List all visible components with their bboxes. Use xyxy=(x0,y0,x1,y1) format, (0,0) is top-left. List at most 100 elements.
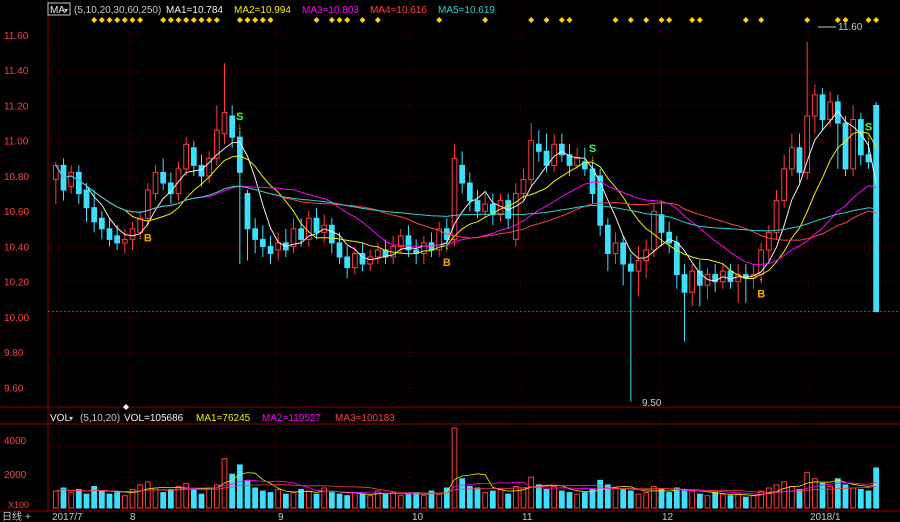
volume-bar xyxy=(528,476,535,509)
candle-body xyxy=(796,147,803,173)
volume-bar xyxy=(482,492,489,509)
volume-bar xyxy=(137,484,144,509)
volume-bar xyxy=(275,489,282,509)
volume-bar xyxy=(765,487,772,509)
chevron-down-icon[interactable]: ▾ xyxy=(69,414,73,423)
volume-bar xyxy=(313,493,320,509)
volume-bar xyxy=(68,492,75,509)
high-annotation: 11.60 xyxy=(838,22,863,33)
legend-ma2: MA2=10.994 xyxy=(234,5,291,16)
vol-unit-label: X100 xyxy=(8,500,29,510)
volume-bar xyxy=(497,489,504,509)
volume-bar xyxy=(290,492,297,509)
candle-body xyxy=(482,203,489,212)
volume-bar xyxy=(773,484,780,509)
candle-body xyxy=(650,210,657,251)
price-axis-tick: 11.00 xyxy=(4,137,29,148)
plus-icon[interactable]: + xyxy=(25,512,31,522)
volume-bar xyxy=(658,489,665,509)
candle-body xyxy=(574,157,581,166)
ma-params: (5,10,20,30,60,250) xyxy=(74,5,161,16)
candle-body xyxy=(213,129,220,159)
candle-body xyxy=(528,140,535,180)
vol-axis-tick-4000: 4000 xyxy=(4,436,27,447)
volume-bar xyxy=(850,487,857,509)
date-label: 11 xyxy=(522,512,533,522)
candle-body xyxy=(367,256,374,265)
legend-vol-ma3: MA3=100183 xyxy=(335,413,395,424)
volume-bar xyxy=(114,492,121,509)
volume-bar xyxy=(505,493,512,509)
candle-body xyxy=(68,171,75,188)
volume-bar xyxy=(673,487,680,509)
candle-body xyxy=(689,270,696,293)
candle-body xyxy=(635,260,642,272)
legend-vol-ma2: MA2=119527 xyxy=(262,413,321,424)
candle-body xyxy=(313,217,320,233)
volume-bar xyxy=(328,492,335,509)
candle-body xyxy=(91,207,98,223)
candle-body xyxy=(604,224,611,254)
date-label: 12 xyxy=(662,512,674,522)
chevron-down-icon[interactable]: ▾ xyxy=(64,6,68,15)
volume-bar xyxy=(183,482,190,509)
volume-bar xyxy=(681,489,688,509)
volume-bar xyxy=(735,493,742,509)
candle-body xyxy=(336,242,343,258)
volume-bar xyxy=(91,485,98,509)
volume-bar xyxy=(60,487,67,509)
sell-arrow-icon: ↓ xyxy=(238,121,243,131)
volume-bar xyxy=(459,478,466,509)
volume-bar xyxy=(704,495,711,509)
candle-body xyxy=(259,238,266,247)
candle-body xyxy=(765,231,772,251)
candle-body xyxy=(827,101,834,121)
buy-signal: B xyxy=(144,232,152,244)
volume-bar xyxy=(282,493,289,509)
volume-legend: VOL ▾ (5,10,20) VOL=105686 MA1=76245 MA2… xyxy=(50,413,395,424)
candle-body xyxy=(520,178,527,195)
volume-bar xyxy=(558,490,565,509)
date-label: 2018/1 xyxy=(810,512,841,522)
candle-body xyxy=(612,242,619,254)
candle-body xyxy=(842,122,849,170)
volume-bar xyxy=(252,487,259,509)
volume-bar xyxy=(727,495,734,509)
volume-bar xyxy=(512,485,519,509)
low-annotation: 9.50 xyxy=(642,398,662,409)
volume-bar xyxy=(267,492,274,509)
price-axis-tick: 9.80 xyxy=(4,348,24,359)
volume-bar xyxy=(689,490,696,509)
volume-bar xyxy=(75,489,82,509)
volume-bar xyxy=(581,492,588,509)
volume-bar xyxy=(336,493,343,509)
volume-bar xyxy=(244,479,251,509)
volume-bar xyxy=(543,489,550,509)
volume-bar xyxy=(566,492,573,509)
candle-body xyxy=(620,242,627,265)
volume-bar xyxy=(788,485,795,509)
kline-chart[interactable]: ↑B↑B↑BS↓S↓S↓ 11.6011.4011.2011.0010.8010… xyxy=(0,0,900,522)
candle-body xyxy=(106,228,113,240)
candle-body xyxy=(252,228,259,240)
volume-bar xyxy=(305,490,312,509)
volume-bar xyxy=(152,487,159,509)
volume-bar xyxy=(298,489,305,509)
candle-body xyxy=(666,231,673,244)
volume-bar xyxy=(643,492,650,509)
volume-bar xyxy=(742,496,749,509)
buy-arrow-icon: ↑ xyxy=(759,276,764,286)
candle-body xyxy=(811,94,818,117)
candle-body xyxy=(275,242,282,251)
buy-signal: B xyxy=(757,289,765,301)
candle-body xyxy=(351,252,358,269)
period-label[interactable]: 日线 xyxy=(2,510,22,522)
price-axis-tick: 10.60 xyxy=(4,207,29,218)
candle-body xyxy=(137,217,144,233)
candle-body xyxy=(344,256,351,269)
candle-body xyxy=(466,182,473,202)
legend-vol: VOL=105686 xyxy=(124,413,184,424)
volume-bar xyxy=(121,495,128,509)
volume-bar xyxy=(612,487,619,509)
vol-selector-label[interactable]: VOL xyxy=(50,413,70,424)
